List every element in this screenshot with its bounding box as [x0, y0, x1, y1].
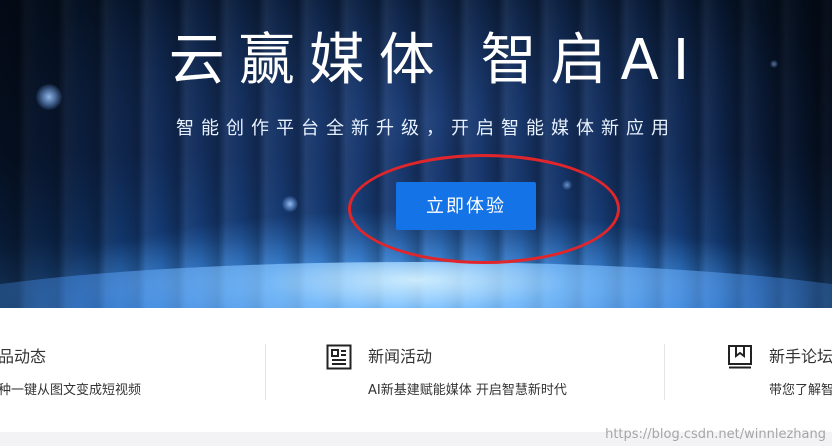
try-now-button[interactable]: 立即体验: [396, 182, 536, 230]
hero-banner: 云赢媒体 智启AI 智能创作平台全新升级，开启智能媒体新应用 立即体验: [0, 0, 832, 308]
feature-desc: 种一键从图文变成短视频: [0, 383, 142, 398]
watermark: https://blog.csdn.net/winnlezhang: [605, 427, 826, 442]
feature-item-news[interactable]: 新闻活动 AI新基建赋能媒体 开启智慧新时代: [266, 308, 664, 432]
feature-desc: 带您了解智: [769, 383, 832, 398]
feature-item-product[interactable]: 品动态 种一键从图文变成短视频: [0, 308, 264, 432]
feature-desc: AI新基建赋能媒体 开启智慧新时代: [368, 383, 567, 398]
feature-title: 品动态: [0, 347, 47, 366]
bokeh-light: [562, 180, 572, 190]
hero-subtitle: 智能创作平台全新升级，开启智能媒体新应用: [176, 118, 676, 139]
book-icon: [728, 345, 752, 369]
feature-item-forum[interactable]: 新手论坛 带您了解智: [665, 308, 832, 432]
page: 云赢媒体 智启AI 智能创作平台全新升级，开启智能媒体新应用 立即体验 品动态 …: [0, 0, 832, 446]
hero-title: 云赢媒体 智启AI: [168, 28, 704, 93]
feature-title: 新闻活动: [368, 347, 433, 366]
features-section: 品动态 种一键从图文变成短视频 新闻活动 AI新基建赋能媒体 开启智慧新时代 新…: [0, 308, 832, 432]
news-icon: [326, 344, 352, 370]
feature-title: 新手论坛: [769, 347, 832, 366]
bokeh-light: [282, 196, 298, 212]
